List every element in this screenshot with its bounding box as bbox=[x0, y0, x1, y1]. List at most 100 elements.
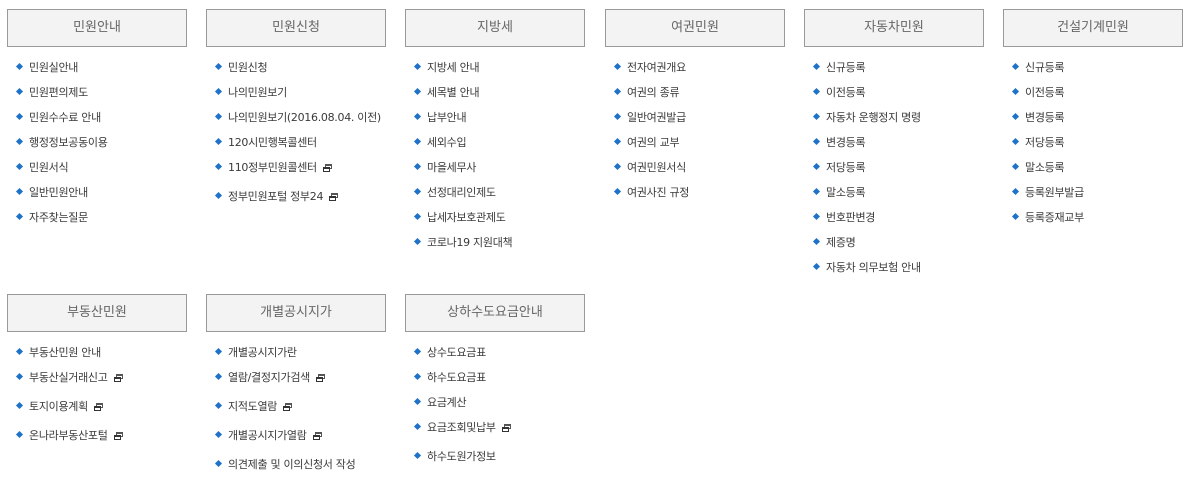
new-window-icon[interactable] bbox=[315, 374, 325, 382]
new-window-icon[interactable] bbox=[329, 193, 339, 201]
diamond-bullet-icon bbox=[1011, 112, 1020, 121]
diamond-bullet-icon bbox=[1011, 162, 1020, 171]
menu-link[interactable]: 저당등록 bbox=[1003, 135, 1183, 150]
menu-link[interactable]: 신규등록 bbox=[1003, 60, 1183, 75]
menu-link[interactable]: 전자여권개요 bbox=[605, 60, 785, 75]
diamond-bullet-icon bbox=[413, 112, 422, 121]
menu-link[interactable]: 의견제출 및 이의신청서 작성 bbox=[206, 457, 386, 472]
menu-link[interactable]: 저당등록 bbox=[804, 160, 984, 175]
section-header[interactable]: 개별공시지가 bbox=[206, 294, 386, 332]
menu-section: 민원안내민원실안내민원편의제도민원수수료 안내행정정보공동이용민원서식일반민원안… bbox=[7, 9, 187, 235]
menu-link[interactable]: 일반여권발급 bbox=[605, 110, 785, 125]
menu-link[interactable]: 120시민행복콜센터 bbox=[206, 135, 386, 150]
new-window-icon[interactable] bbox=[113, 374, 123, 382]
menu-link[interactable]: 요금계산 bbox=[405, 395, 585, 410]
menu-section: 여권민원전자여권개요여권의 종류일반여권발급여권의 교부여권민원서식여권사진 규… bbox=[605, 9, 785, 210]
menu-link[interactable]: 자동차 운행정지 명령 bbox=[804, 110, 984, 125]
menu-link-label: 번호판변경 bbox=[826, 211, 876, 224]
diamond-bullet-icon bbox=[1011, 137, 1020, 146]
menu-link[interactable]: 민원실안내 bbox=[7, 60, 187, 75]
menu-link[interactable]: 나의민원보기 bbox=[206, 85, 386, 100]
menu-link[interactable]: 선정대리인제도 bbox=[405, 185, 585, 200]
menu-link[interactable]: 납세자보호관제도 bbox=[405, 210, 585, 225]
menu-link[interactable]: 행정정보공동이용 bbox=[7, 135, 187, 150]
diamond-bullet-icon bbox=[413, 347, 422, 356]
new-window-icon[interactable] bbox=[322, 164, 332, 172]
menu-link-label: 변경등록 bbox=[826, 136, 866, 149]
menu-link[interactable]: 민원수수료 안내 bbox=[7, 110, 187, 125]
menu-link[interactable]: 하수도요금표 bbox=[405, 370, 585, 385]
section-header[interactable]: 민원안내 bbox=[7, 9, 187, 47]
menu-link-label: 민원편의제도 bbox=[29, 86, 88, 99]
menu-link[interactable]: 변경등록 bbox=[1003, 110, 1183, 125]
menu-link[interactable]: 나의민원보기(2016.08.04. 이전) bbox=[206, 110, 386, 125]
menu-link-label: 납세자보호관제도 bbox=[427, 211, 506, 224]
menu-link[interactable]: 민원서식 bbox=[7, 160, 187, 175]
menu-link[interactable]: 온나라부동산포털 bbox=[7, 428, 187, 443]
menu-link[interactable]: 마을세무사 bbox=[405, 160, 585, 175]
menu-link[interactable]: 지적도열람 bbox=[206, 399, 386, 414]
menu-link[interactable]: 등록원부발급 bbox=[1003, 185, 1183, 200]
diamond-bullet-icon bbox=[1011, 187, 1020, 196]
menu-link[interactable]: 정부민원포털 정부24 bbox=[206, 189, 386, 204]
new-window-icon[interactable] bbox=[93, 403, 103, 411]
section-link-list: 상수도요금표하수도요금표요금계산요금조회및납부하수도원가정보 bbox=[405, 345, 585, 464]
menu-link[interactable]: 이전등록 bbox=[1003, 85, 1183, 100]
menu-section: 민원신청 민원신청 나의민원보기 나의민원보기(2016.08.04. 이전) 120시… bbox=[206, 9, 386, 218]
menu-link[interactable]: 부동산실거래신고 bbox=[7, 370, 187, 385]
menu-link[interactable]: 여권의 교부 bbox=[605, 135, 785, 150]
section-header[interactable]: 부동산민원 bbox=[7, 294, 187, 332]
menu-link[interactable]: 요금조회및납부 bbox=[405, 420, 585, 435]
menu-link-label: 민원신청 bbox=[228, 61, 268, 74]
menu-link[interactable]: 하수도원가정보 bbox=[405, 449, 585, 464]
menu-link[interactable]: 자주찾는질문 bbox=[7, 210, 187, 225]
diamond-bullet-icon bbox=[812, 62, 821, 71]
menu-link[interactable]: 세목별 안내 bbox=[405, 85, 585, 100]
section-header[interactable]: 여권민원 bbox=[605, 9, 785, 47]
menu-link[interactable]: 일반민원안내 bbox=[7, 185, 187, 200]
menu-link-label: 정부민원포털 정부24 bbox=[228, 190, 324, 203]
menu-link[interactable]: 번호판변경 bbox=[804, 210, 984, 225]
menu-link[interactable]: 등록증재교부 bbox=[1003, 210, 1183, 225]
section-header[interactable]: 민원신청 bbox=[206, 9, 386, 47]
menu-link[interactable]: 토지이용계획 bbox=[7, 399, 187, 414]
menu-link[interactable]: 납부안내 bbox=[405, 110, 585, 125]
menu-link[interactable]: 자동차 의무보험 안내 bbox=[804, 260, 984, 275]
menu-link[interactable]: 변경등록 bbox=[804, 135, 984, 150]
menu-link[interactable]: 지방세 안내 bbox=[405, 60, 585, 75]
menu-link[interactable]: 개별공시지가란 bbox=[206, 345, 386, 360]
diamond-bullet-icon bbox=[812, 212, 821, 221]
menu-link-label: 여권의 종류 bbox=[627, 86, 680, 99]
menu-link[interactable]: 코로나19 지원대책 bbox=[405, 235, 585, 250]
menu-link[interactable]: 말소등록 bbox=[804, 185, 984, 200]
menu-link[interactable]: 여권의 종류 bbox=[605, 85, 785, 100]
new-window-icon[interactable] bbox=[283, 403, 293, 411]
section-header[interactable]: 건설기계민원 bbox=[1003, 9, 1183, 47]
menu-link[interactable]: 세외수입 bbox=[405, 135, 585, 150]
section-header[interactable]: 자동차민원 bbox=[804, 9, 984, 47]
menu-link[interactable]: 이전등록 bbox=[804, 85, 984, 100]
menu-link-label: 코로나19 지원대책 bbox=[427, 236, 513, 249]
diamond-bullet-icon bbox=[1011, 212, 1020, 221]
diamond-bullet-icon bbox=[214, 401, 223, 410]
menu-link[interactable]: 여권사진 규정 bbox=[605, 185, 785, 200]
menu-link-label: 변경등록 bbox=[1025, 111, 1065, 124]
diamond-bullet-icon bbox=[413, 237, 422, 246]
menu-link[interactable]: 110정부민원콜센터 bbox=[206, 160, 386, 175]
menu-link[interactable]: 개별공시지가열람 bbox=[206, 428, 386, 443]
section-header[interactable]: 지방세 bbox=[405, 9, 585, 47]
menu-link-label: 행정정보공동이용 bbox=[29, 136, 108, 149]
menu-link[interactable]: 민원신청 bbox=[206, 60, 386, 75]
section-header[interactable]: 상하수도요금안내 bbox=[405, 294, 585, 332]
menu-link[interactable]: 말소등록 bbox=[1003, 160, 1183, 175]
new-window-icon[interactable] bbox=[501, 424, 511, 432]
menu-link[interactable]: 열람/결정지가검색 bbox=[206, 370, 386, 385]
menu-link[interactable]: 제증명 bbox=[804, 235, 984, 250]
new-window-icon[interactable] bbox=[113, 432, 123, 440]
menu-link[interactable]: 민원편의제도 bbox=[7, 85, 187, 100]
menu-link[interactable]: 부동산민원 안내 bbox=[7, 345, 187, 360]
menu-link[interactable]: 신규등록 bbox=[804, 60, 984, 75]
menu-link[interactable]: 여권민원서식 bbox=[605, 160, 785, 175]
new-window-icon[interactable] bbox=[312, 432, 322, 440]
menu-link[interactable]: 상수도요금표 bbox=[405, 345, 585, 360]
